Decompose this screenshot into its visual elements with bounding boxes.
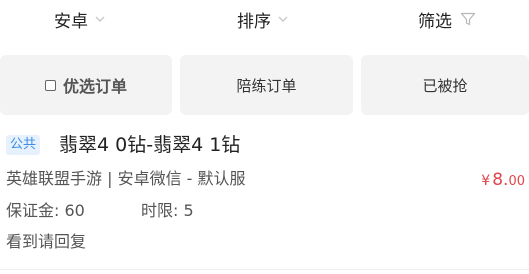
public-tag-badge: 公共 [6, 135, 41, 155]
time-limit-value: 5 [183, 201, 194, 220]
order-title: 翡翠4 0钻-翡翠4 1钻 [59, 134, 241, 156]
tab-preferred-orders-label: 优选订单 [62, 77, 127, 96]
divider [0, 269, 529, 270]
time-limit-info: 时限: 5 [141, 199, 194, 223]
chevron-down-icon [278, 16, 288, 22]
sort-dropdown-label: 排序 [237, 11, 271, 32]
filter-button-label: 筛选 [418, 11, 452, 32]
order-remark: 看到请回复 [6, 232, 87, 251]
order-card[interactable]: 公共 翡翠4 0钻-翡翠4 1钻 英雄联盟手游 | 安卓微信 - 默认服 ¥8.… [0, 124, 529, 269]
filter-bar: 安卓 排序 筛选 [0, 0, 529, 40]
order-game-info: 英雄联盟手游 | 安卓微信 - 默认服 [6, 169, 246, 188]
price-decimal: 00 [508, 174, 525, 189]
sort-dropdown[interactable]: 排序 [237, 6, 289, 32]
funnel-icon [460, 12, 476, 26]
deposit-label: 保证金: [6, 201, 60, 220]
price-currency: ¥ [481, 173, 491, 189]
deposit-value: 60 [64, 201, 85, 220]
tab-coaching-orders-label: 陪练订单 [236, 76, 297, 95]
price-integer: 8. [492, 170, 509, 190]
tab-coaching-orders[interactable]: 陪练订单 [180, 55, 353, 115]
chevron-down-icon [95, 16, 105, 22]
preferred-orders-checkbox[interactable] [44, 79, 56, 91]
tab-preferred-orders[interactable]: 优选订单 [0, 55, 172, 115]
platform-dropdown[interactable]: 安卓 [54, 6, 106, 32]
tab-taken-label: 已被抢 [422, 76, 468, 95]
order-list-screen: 安卓 排序 筛选 优选订单 陪练订单 已被抢 公共 翡翠4 0钻-翡翠4 1钻 … [0, 0, 529, 274]
tab-taken[interactable]: 已被抢 [361, 55, 529, 115]
deposit-info: 保证金: 60 [6, 199, 85, 223]
time-limit-label: 时限: [141, 201, 179, 220]
platform-dropdown-label: 安卓 [54, 11, 88, 32]
order-tabs: 优选订单 陪练订单 已被抢 [0, 55, 529, 115]
filter-button[interactable]: 筛选 [418, 6, 476, 32]
order-price: ¥8.00 [481, 169, 525, 193]
